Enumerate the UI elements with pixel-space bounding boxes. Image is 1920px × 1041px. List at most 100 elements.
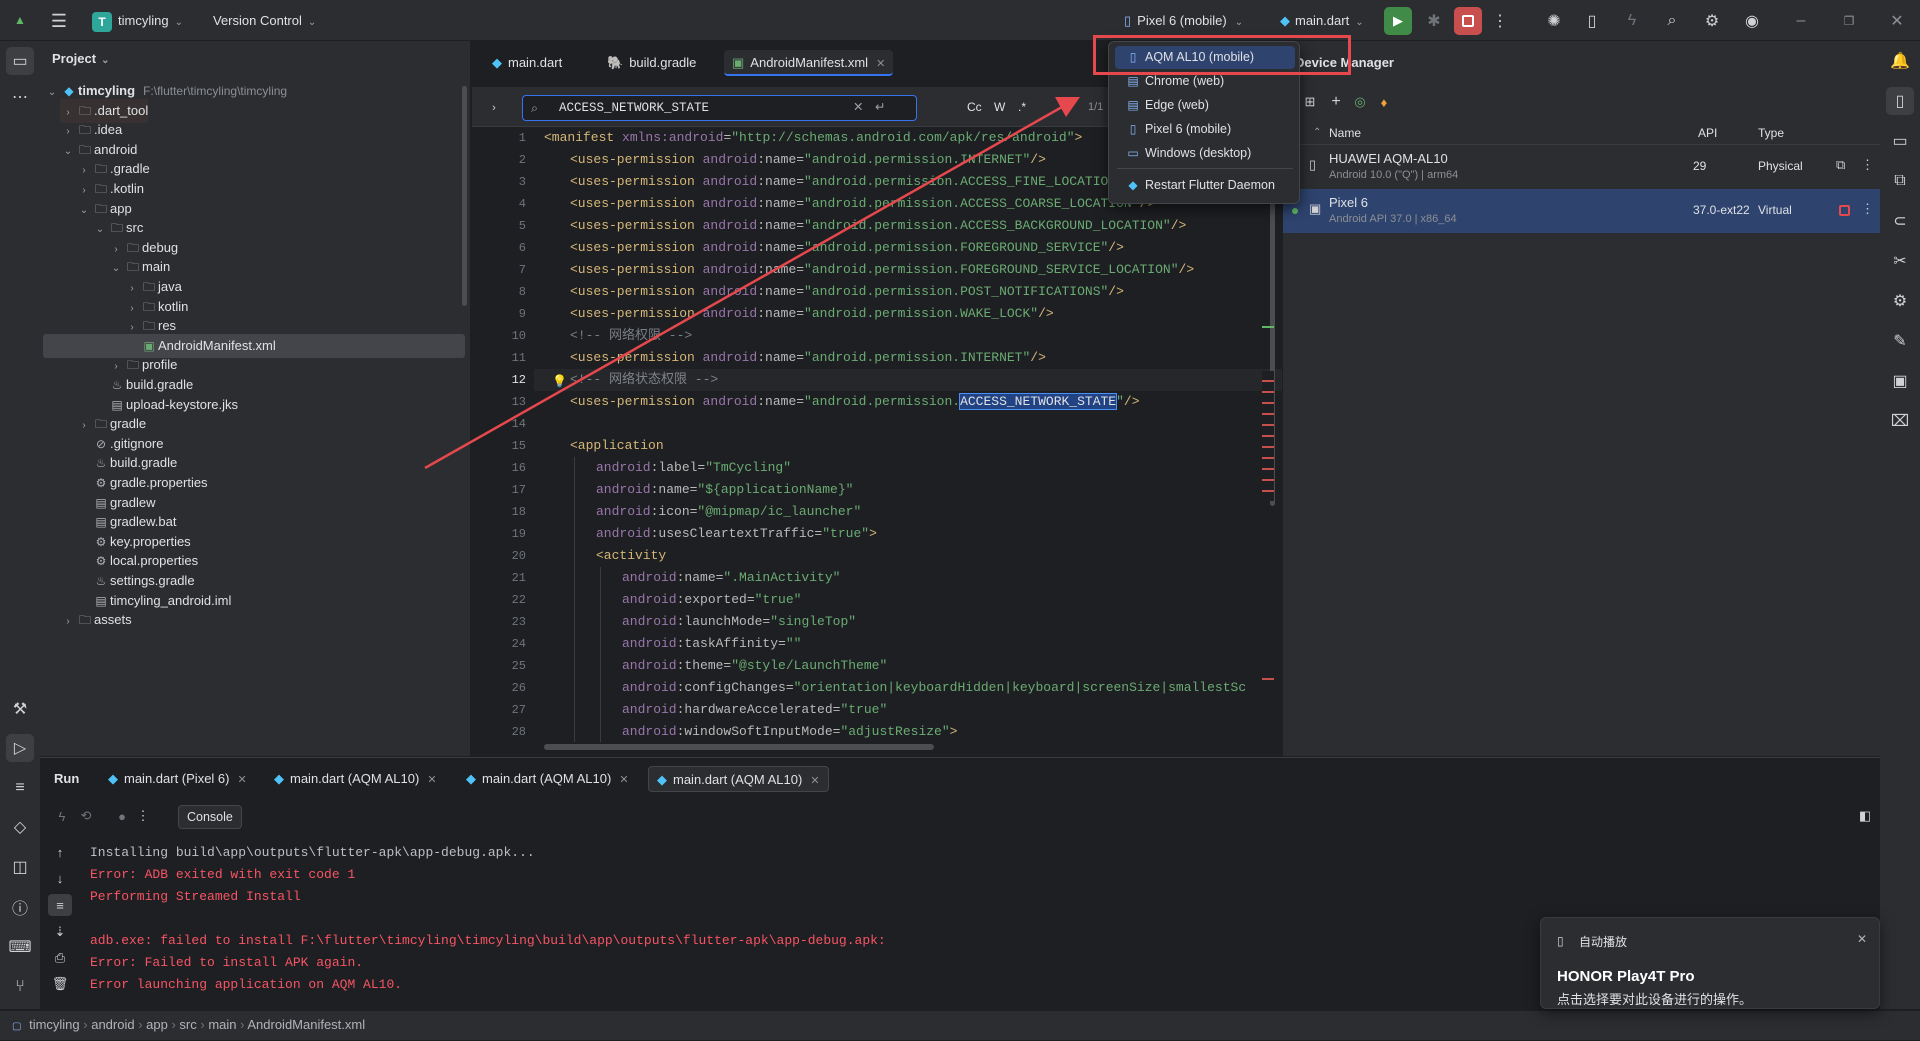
build-variants-icon[interactable]: ⚒ (6, 695, 34, 723)
mirror-device-icon[interactable]: ⧉ (1836, 157, 1845, 173)
close-tab-icon[interactable]: ✕ (876, 58, 885, 70)
devtools-icon[interactable]: ● (112, 806, 132, 826)
run-icon[interactable]: ▶ (1384, 7, 1412, 35)
chevron-down-icon[interactable]: ⌄ (108, 257, 124, 281)
tab-main-dart[interactable]: ◆ main.dart (492, 50, 562, 76)
device-row[interactable]: ▣ Pixel 6 Android API 37.0 | x86_64 37.0… (1283, 189, 1880, 233)
layout-icon[interactable]: ⊞ (1299, 91, 1321, 113)
gemini-icon[interactable]: ◇ (6, 813, 34, 841)
print-icon[interactable]: ⎙ (50, 948, 70, 968)
chevron-down-icon[interactable]: ⌄ (92, 218, 108, 242)
close-icon[interactable]: ✕ (1857, 932, 1867, 946)
restore-icon[interactable]: ❐ (1834, 7, 1864, 35)
project-tool-icon[interactable]: ▭ (6, 47, 34, 75)
regex-toggle[interactable]: .* (1018, 95, 1026, 120)
project-panel-title[interactable]: Project ⌄ (52, 51, 109, 66)
more-vertical-icon[interactable]: ⋮ (136, 806, 150, 826)
more-tools-icon[interactable]: ⋯ (6, 83, 34, 111)
breadcrumb-item[interactable]: AndroidManifest.xml (247, 1017, 365, 1032)
terminal-icon[interactable]: ⌨ (6, 933, 34, 961)
search-icon[interactable]: ⌕ (1658, 7, 1686, 35)
device-row[interactable]: ▯ HUAWEI AQM-AL10 Android 10.0 ("Q") | a… (1283, 145, 1880, 189)
run-tool-icon[interactable]: ▷ (6, 734, 34, 762)
main-menu-icon[interactable]: ☰ (46, 8, 72, 34)
chevron-down-icon[interactable]: ⌄ (44, 81, 60, 105)
firebase-icon[interactable]: ♦ (1373, 91, 1395, 113)
scroll-up-icon[interactable]: ↑ (50, 842, 70, 862)
console-button[interactable]: Console (178, 805, 242, 829)
column-api[interactable]: API (1698, 121, 1717, 145)
tab-android-manifest[interactable]: ▣ AndroidManifest.xml ✕ (724, 50, 894, 76)
device-option[interactable]: ▤ Edge (web) (1115, 94, 1295, 117)
code-view[interactable]: <manifest xmlns:android="http://schemas.… (544, 127, 1264, 742)
stop-icon[interactable] (1454, 7, 1482, 35)
logcat-icon[interactable]: ◫ (6, 853, 34, 881)
close-tab-icon[interactable]: ✕ (427, 774, 436, 786)
soft-wrap-icon[interactable]: ≡ (48, 894, 72, 916)
device-manager-icon[interactable]: ▯ (1886, 87, 1914, 115)
close-tab-icon[interactable]: ✕ (619, 774, 628, 786)
debug-icon[interactable]: ✱ (1420, 7, 1448, 35)
hot-restart-icon[interactable]: ⟲ (76, 806, 96, 826)
problems-icon[interactable]: ⓘ (6, 893, 34, 921)
device-selector[interactable]: ▯ Pixel 6 (mobile) ⌄ (1124, 8, 1243, 33)
device-explorer-icon[interactable]: ⧉ (1886, 167, 1914, 195)
settings-gear-icon[interactable]: ⚙ (1698, 7, 1726, 35)
run-tab[interactable]: ◆ main.dart (AQM AL10) ✕ (466, 766, 629, 792)
chevron-down-icon[interactable]: ⌄ (76, 199, 92, 223)
device-more-icon[interactable]: ⋮ (1861, 201, 1874, 217)
attach-debugger-icon[interactable]: ✺ (1540, 7, 1568, 35)
breadcrumb-item[interactable]: src (179, 1017, 196, 1032)
device-option[interactable]: ▯ Pixel 6 (mobile) (1115, 118, 1295, 141)
close-icon[interactable]: ✕ (1882, 7, 1912, 35)
running-devices-icon[interactable]: ▭ (1886, 127, 1914, 155)
screenshot-icon[interactable]: ⌧ (1886, 407, 1914, 435)
hot-reload-icon[interactable]: ϟ (52, 806, 72, 826)
run-config-selector[interactable]: ◆ main.dart ⌄ (1280, 8, 1364, 33)
project-scrollbar[interactable] (462, 86, 467, 306)
stop-device-icon[interactable] (1839, 205, 1850, 216)
device-option[interactable]: ▭ Windows (desktop) (1115, 142, 1295, 165)
close-tab-icon[interactable]: ✕ (810, 775, 819, 787)
git-icon[interactable]: ⑂ (6, 973, 34, 1001)
clear-search-icon[interactable]: ✕ (853, 96, 863, 120)
breadcrumb-item[interactable]: main (208, 1017, 236, 1032)
run-tab-active[interactable]: ◆ main.dart (AQM AL10) ✕ (648, 766, 829, 792)
match-case-toggle[interactable]: Cc (967, 95, 982, 120)
minimize-icon[interactable]: – (1786, 7, 1816, 35)
breadcrumb-item[interactable]: app (146, 1017, 168, 1032)
horizontal-scrollbar[interactable] (544, 744, 934, 750)
chevron-right-icon[interactable]: › (60, 610, 76, 634)
app-inspection-icon[interactable]: ⊂ (1886, 207, 1914, 235)
system-notification[interactable]: ▯ 自动播放 ✕ HONOR Play4T Pro 点击选择要对此设备进行的操作… (1540, 917, 1880, 1009)
clear-console-icon[interactable]: 🗑 (50, 974, 70, 994)
flutter-outline-icon[interactable]: ⚙ (1886, 287, 1914, 315)
add-device-icon[interactable]: + (1325, 91, 1347, 113)
account-icon[interactable]: ◉ (1738, 7, 1766, 35)
version-control-menu[interactable]: Version Control ⌄ (213, 8, 316, 33)
device-more-icon[interactable]: ⋮ (1861, 157, 1874, 173)
flutter-inspector-icon[interactable]: ✂ (1886, 247, 1914, 275)
notifications-icon[interactable]: 🔔 (1886, 47, 1914, 75)
tab-build-gradle[interactable]: 🐘 build.gradle (607, 50, 696, 76)
project-switcher[interactable]: Ttimcyling ⌄ (92, 8, 183, 33)
run-tab[interactable]: ◆ main.dart (AQM AL10) ✕ (274, 766, 437, 792)
hot-reload-icon[interactable]: ϟ (1618, 7, 1646, 35)
expand-replace-icon[interactable]: › (482, 95, 506, 121)
breadcrumb-item[interactable]: android (91, 1017, 134, 1032)
words-toggle[interactable]: W (994, 95, 1005, 120)
chevron-down-icon[interactable]: ⌄ (60, 140, 76, 164)
structure-icon[interactable]: ≡ (6, 774, 34, 802)
column-name[interactable]: Name (1329, 121, 1361, 145)
restart-flutter-daemon-item[interactable]: ◆ Restart Flutter Daemon (1115, 174, 1295, 197)
find-input[interactable]: ⌕ ACCESS_NETWORK_STATE ✕ ↵ (522, 95, 917, 121)
scroll-to-end-icon[interactable]: ⇣ (50, 922, 70, 942)
tree-item[interactable]: › 🗀 assets (60, 608, 131, 634)
column-type[interactable]: Type (1758, 121, 1784, 145)
new-line-icon[interactable]: ↵ (875, 96, 885, 120)
device-mirror-icon[interactable]: ▯ (1578, 7, 1606, 35)
layout-inspector-icon[interactable]: ▣ (1886, 367, 1914, 395)
flutter-performance-icon[interactable]: ✎ (1886, 327, 1914, 355)
scroll-down-icon[interactable]: ↓ (50, 868, 70, 888)
close-tab-icon[interactable]: ✕ (237, 774, 246, 786)
